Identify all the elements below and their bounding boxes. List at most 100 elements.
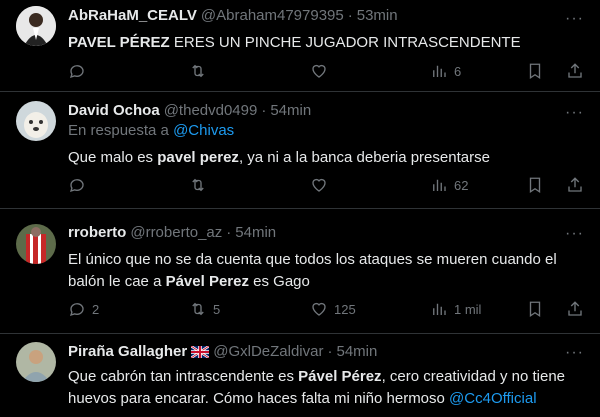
author-name[interactable]: David Ochoa: [68, 101, 160, 121]
reply-context: En respuesta a @Chivas: [68, 121, 584, 141]
text-part: Que malo es: [68, 149, 158, 166]
retweet-button[interactable]: 5: [189, 298, 220, 320]
reply-button[interactable]: 2: [68, 298, 99, 320]
more-options-icon[interactable]: ···: [565, 225, 584, 243]
reply-button[interactable]: [68, 60, 92, 82]
reply-icon: [69, 303, 84, 317]
like-button[interactable]: 125: [310, 298, 356, 320]
text-part: huevos para encarar. Cómo haces falta mi…: [68, 390, 450, 407]
author-handle[interactable]: @rroberto_az: [130, 223, 222, 243]
author-handle[interactable]: @thedvd0499: [164, 101, 258, 121]
like-button[interactable]: [310, 60, 334, 82]
tweet-header: Piraña Gallagher @GxlDeZaldivar · 54min: [68, 334, 584, 362]
reply-count: 2: [92, 301, 100, 317]
tweet[interactable]: David Ochoa @thedvd0499 · 54min ··· En r…: [0, 92, 600, 209]
timestamp[interactable]: 54min: [235, 223, 276, 243]
views-button[interactable]: 1 mil: [430, 298, 481, 320]
more-options-icon[interactable]: ···: [565, 10, 584, 28]
reply-button[interactable]: [68, 174, 92, 196]
text-part: ERES UN PINCHE JUGADOR INTRASCENDENTE: [169, 34, 521, 51]
timestamp[interactable]: 54min: [336, 342, 377, 362]
text-part: , cero creatividad y no tiene: [381, 368, 565, 385]
avatar-image: [16, 6, 56, 46]
bookmark-icon: [529, 301, 541, 318]
tweet[interactable]: AbRaHaM_CEALV @Abraham47979395 · 53min ·…: [0, 0, 600, 92]
like-count: 125: [334, 301, 356, 317]
text-part: Que cabrón tan intrascendente es: [68, 368, 299, 385]
reply-icon: [69, 179, 84, 193]
avatar-image: [16, 101, 56, 141]
retweet-button[interactable]: [189, 60, 213, 82]
retweet-count: 5: [213, 301, 221, 317]
text-line: huevos para encarar. Cómo haces falta mi…: [68, 388, 584, 410]
bookmark-button[interactable]: [526, 298, 544, 320]
tweet-header: rroberto @rroberto_az · 54min: [68, 209, 584, 243]
share-button[interactable]: [566, 298, 584, 320]
separator-dot: ·: [261, 102, 267, 119]
view-count: 6: [454, 63, 462, 79]
bookmark-button[interactable]: [526, 174, 544, 196]
separator-dot: ·: [347, 7, 353, 24]
text-line: Que cabrón tan intrascendente es Pável P…: [68, 366, 584, 388]
heart-icon: [312, 302, 326, 316]
text-part: balón le cae a: [68, 273, 166, 290]
share-icon: [568, 301, 582, 316]
timestamp[interactable]: 54min: [270, 101, 311, 121]
avatar[interactable]: [16, 101, 56, 141]
avatar-image: [16, 342, 56, 382]
bold-text: pavel perez: [157, 149, 239, 166]
bold-text: Pável Pérez: [298, 368, 382, 385]
more-options-icon[interactable]: ···: [565, 344, 584, 362]
author-handle[interactable]: @GxlDeZaldivar: [213, 342, 323, 362]
retweet-icon: [192, 178, 204, 192]
view-count: 1 mil: [454, 301, 482, 317]
author-handle[interactable]: @Abraham47979395: [201, 6, 344, 26]
retweet-icon: [192, 64, 204, 78]
author-name[interactable]: rroberto: [68, 223, 126, 243]
share-icon: [568, 63, 582, 78]
action-bar: 62: [68, 174, 584, 196]
views-button[interactable]: 62: [430, 174, 468, 196]
avatar[interactable]: [16, 342, 56, 382]
reply-prefix: En respuesta a: [68, 122, 169, 139]
like-button[interactable]: [310, 174, 334, 196]
mention-link[interactable]: @Cc4Official: [449, 390, 536, 407]
heart-icon: [312, 178, 326, 192]
reply-icon: [69, 65, 84, 79]
heart-icon: [312, 64, 326, 78]
text-line: El único que no se da cuenta que todos l…: [68, 251, 557, 268]
avatar[interactable]: [16, 224, 56, 264]
bookmark-icon: [529, 177, 541, 194]
avatar-image: [16, 224, 56, 264]
bookmark-icon: [529, 63, 541, 80]
retweet-icon: [192, 302, 204, 316]
tweet[interactable]: Piraña Gallagher @GxlDeZaldivar · 54min …: [0, 334, 600, 417]
tweet[interactable]: rroberto @rroberto_az · 54min ··· El úni…: [0, 209, 600, 334]
views-chart-icon: [433, 65, 446, 77]
bookmark-button[interactable]: [526, 60, 544, 82]
action-bar: 2 5 125 1 mil: [68, 298, 584, 320]
share-button[interactable]: [566, 174, 584, 196]
author-name[interactable]: AbRaHaM_CEALV: [68, 6, 197, 26]
views-button[interactable]: 6: [430, 60, 461, 82]
tweet-text: Que malo es pavel perez, ya ni a la banc…: [68, 147, 584, 169]
retweet-button[interactable]: [189, 174, 213, 196]
separator-dot: ·: [226, 224, 232, 241]
timestamp[interactable]: 53min: [357, 6, 398, 26]
reply-to-link[interactable]: @Chivas: [173, 122, 234, 139]
text-line: balón le cae a Pável Perez es Gago: [68, 271, 584, 293]
author-name[interactable]: Piraña Gallagher: [68, 342, 187, 362]
bold-text: Pável Perez: [165, 273, 249, 290]
share-button[interactable]: [566, 60, 584, 82]
bold-text: PAVEL PÉREZ: [68, 34, 170, 51]
tweet-header: David Ochoa @thedvd0499 · 54min: [68, 92, 584, 121]
share-icon: [568, 177, 582, 192]
tweet-text: El único que no se da cuenta que todos l…: [68, 249, 584, 293]
separator-dot: ·: [327, 343, 333, 360]
avatar[interactable]: [16, 6, 56, 46]
more-options-icon[interactable]: ···: [565, 104, 584, 122]
uk-flag-icon: [191, 346, 210, 358]
views-chart-icon: [433, 303, 446, 315]
text-part: es Gago: [248, 273, 310, 290]
text-part: , ya ni a la banca deberia presentarse: [238, 149, 490, 166]
